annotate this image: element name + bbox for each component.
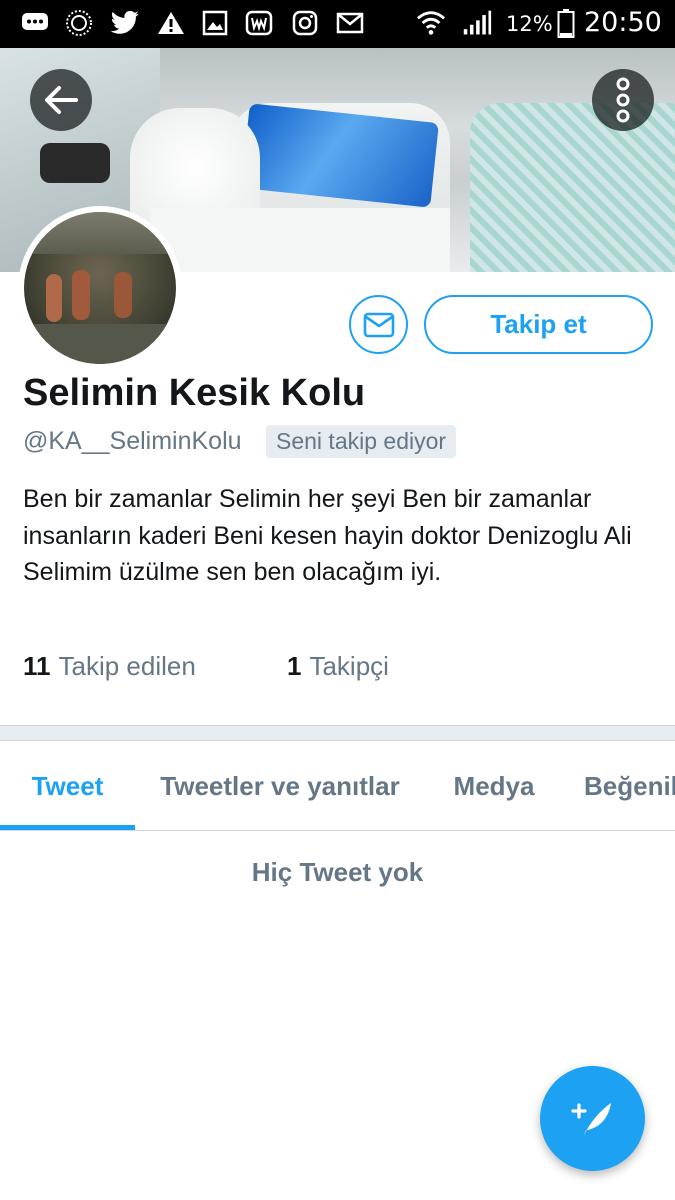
- instagram-icon: [290, 8, 320, 38]
- banner-shape: [40, 143, 110, 183]
- message-button[interactable]: [349, 295, 408, 354]
- banner-shape: [470, 103, 675, 272]
- arrow-left-icon: [43, 84, 79, 116]
- banner-shape: [150, 208, 450, 272]
- profile-tabs: Tweet Tweetler ve yanıtlar Medya Beğenil…: [0, 741, 675, 831]
- twitter-icon: [110, 8, 140, 38]
- warning-icon: [156, 8, 186, 38]
- compose-tweet-button[interactable]: [540, 1066, 645, 1171]
- following-count: 11: [23, 651, 51, 681]
- followers-stat[interactable]: 1 Takipçi: [287, 651, 389, 682]
- more-options-button[interactable]: [592, 69, 654, 131]
- following-label: Takip edilen: [58, 651, 196, 681]
- active-tab-indicator: [0, 825, 135, 830]
- profile-bio: Ben bir zamanlar Selimin her şeyi Ben bi…: [23, 485, 632, 586]
- section-divider: [0, 725, 675, 741]
- compose-tweet-icon: [569, 1097, 617, 1141]
- tab-tweets-and-replies[interactable]: Tweetler ve yanıtlar: [135, 741, 425, 830]
- follow-button[interactable]: Takip et: [424, 295, 653, 354]
- avatar-image: [24, 212, 176, 364]
- gallery-icon: [200, 8, 230, 38]
- back-button[interactable]: [30, 69, 92, 131]
- signal-icon: [462, 8, 492, 38]
- following-stat[interactable]: 11 Takip edilen: [23, 651, 196, 682]
- clock-time: 20:50: [584, 7, 662, 38]
- battery-percent: 12%: [506, 12, 553, 36]
- followers-label: Takipçi: [309, 651, 389, 681]
- profile-handle: @KA__SeliminKolu: [23, 427, 242, 455]
- profile-name: Selimin Kesik Kolu: [23, 372, 366, 414]
- spinner-icon: [64, 8, 94, 38]
- followers-count: 1: [287, 651, 302, 681]
- empty-state-message: Hiç Tweet yok: [251, 857, 424, 887]
- wifi-icon: [416, 8, 446, 38]
- more-vertical-icon: [613, 77, 633, 123]
- tab-media[interactable]: Medya: [425, 741, 563, 830]
- battery-icon: [551, 8, 581, 38]
- envelope-icon: [363, 312, 395, 338]
- gmail-icon: [335, 8, 365, 38]
- app-w-icon: [244, 8, 274, 38]
- tab-likes[interactable]: Beğeniler: [563, 741, 675, 830]
- status-bar: 12% 20:50: [0, 0, 675, 48]
- tab-tweets[interactable]: Tweet: [0, 741, 135, 830]
- avatar[interactable]: [18, 206, 182, 370]
- follows-you-badge: Seni takip ediyor: [266, 425, 457, 458]
- messages-icon: [20, 8, 50, 38]
